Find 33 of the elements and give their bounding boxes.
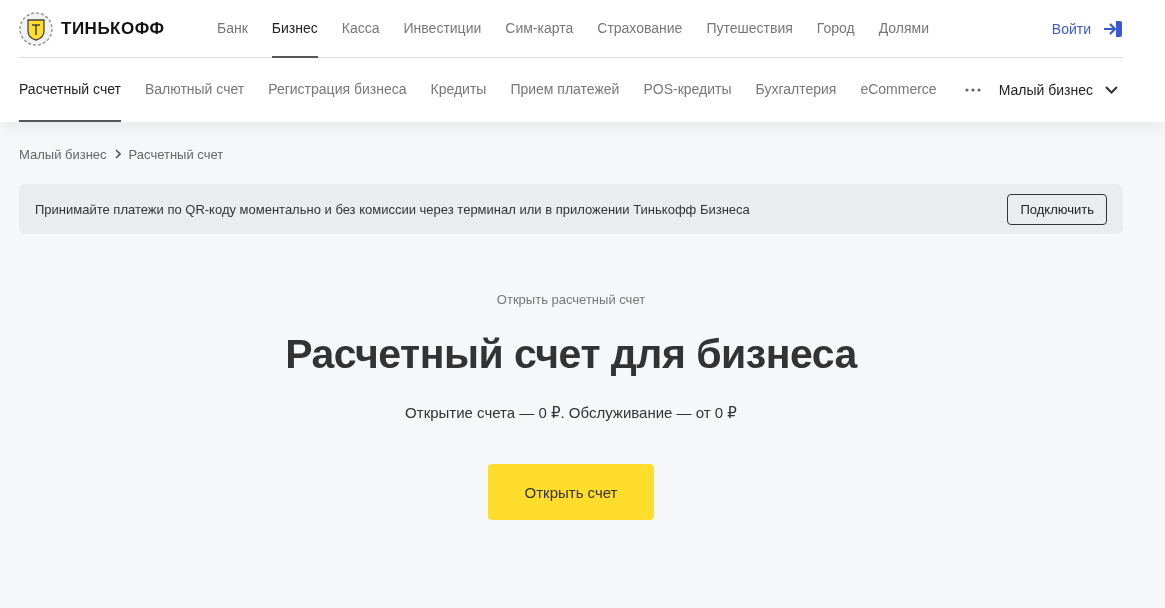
hero-title: Расчетный счет для бизнеса — [285, 331, 857, 378]
section-tab[interactable]: Кредиты — [430, 58, 487, 122]
more-icon — [964, 88, 981, 92]
breadcrumb-link[interactable]: Малый бизнес — [19, 146, 107, 162]
nav-tab[interactable]: Страхование — [597, 0, 683, 58]
login-arrow-icon — [1103, 19, 1123, 38]
section-tab[interactable]: Прием платежей — [510, 58, 620, 122]
nav-tab[interactable]: Бизнес — [271, 0, 318, 58]
nav-tab[interactable]: Инвестиции — [403, 0, 482, 58]
brand-name: ТИНЬКОФФ — [61, 18, 165, 39]
banner-text: Принимайте платежи по QR-коду моментально и без комиссии через терминал или в приложении Тинькофф Бизнеса — [35, 201, 750, 217]
section-tab[interactable]: eCommerce — [860, 58, 937, 122]
nav-tab[interactable]: Банк — [217, 0, 248, 58]
section-tab[interactable]: Валютный счет — [144, 58, 245, 122]
chevron-down-icon — [1105, 86, 1118, 94]
eyebrow-text: Открыть расчетный счет — [496, 292, 646, 307]
section-tab[interactable]: Расчетный счет — [19, 58, 121, 122]
segment-dropdown[interactable]: Малый бизнес — [998, 58, 1123, 122]
chevron-right-icon — [114, 149, 121, 159]
connect-button[interactable]: Подключить — [1007, 193, 1107, 225]
open-account-button[interactable]: Открыть счет — [488, 464, 654, 520]
section-tab[interactable]: POS-кредиты — [643, 58, 732, 122]
nav-tab[interactable]: Долями — [878, 0, 929, 58]
nav-tab[interactable]: Сим-карта — [505, 0, 574, 58]
nav-tab[interactable]: Город — [816, 0, 855, 58]
login-link[interactable]: Войти — [1051, 0, 1123, 57]
section-tab[interactable]: Регистрация бизнеса — [268, 58, 407, 122]
section-tab[interactable]: Бухгалтерия — [755, 58, 837, 122]
nav-tab[interactable]: Путешествия — [706, 0, 793, 58]
shield-logo-icon — [19, 11, 53, 46]
hero-subtitle: Открытие счета — 0 ₽. Обслуживание — от 0 ₽ — [405, 404, 737, 422]
breadcrumb-link[interactable]: Расчетный счет — [128, 146, 224, 162]
nav-tab[interactable]: Касса — [341, 0, 380, 58]
